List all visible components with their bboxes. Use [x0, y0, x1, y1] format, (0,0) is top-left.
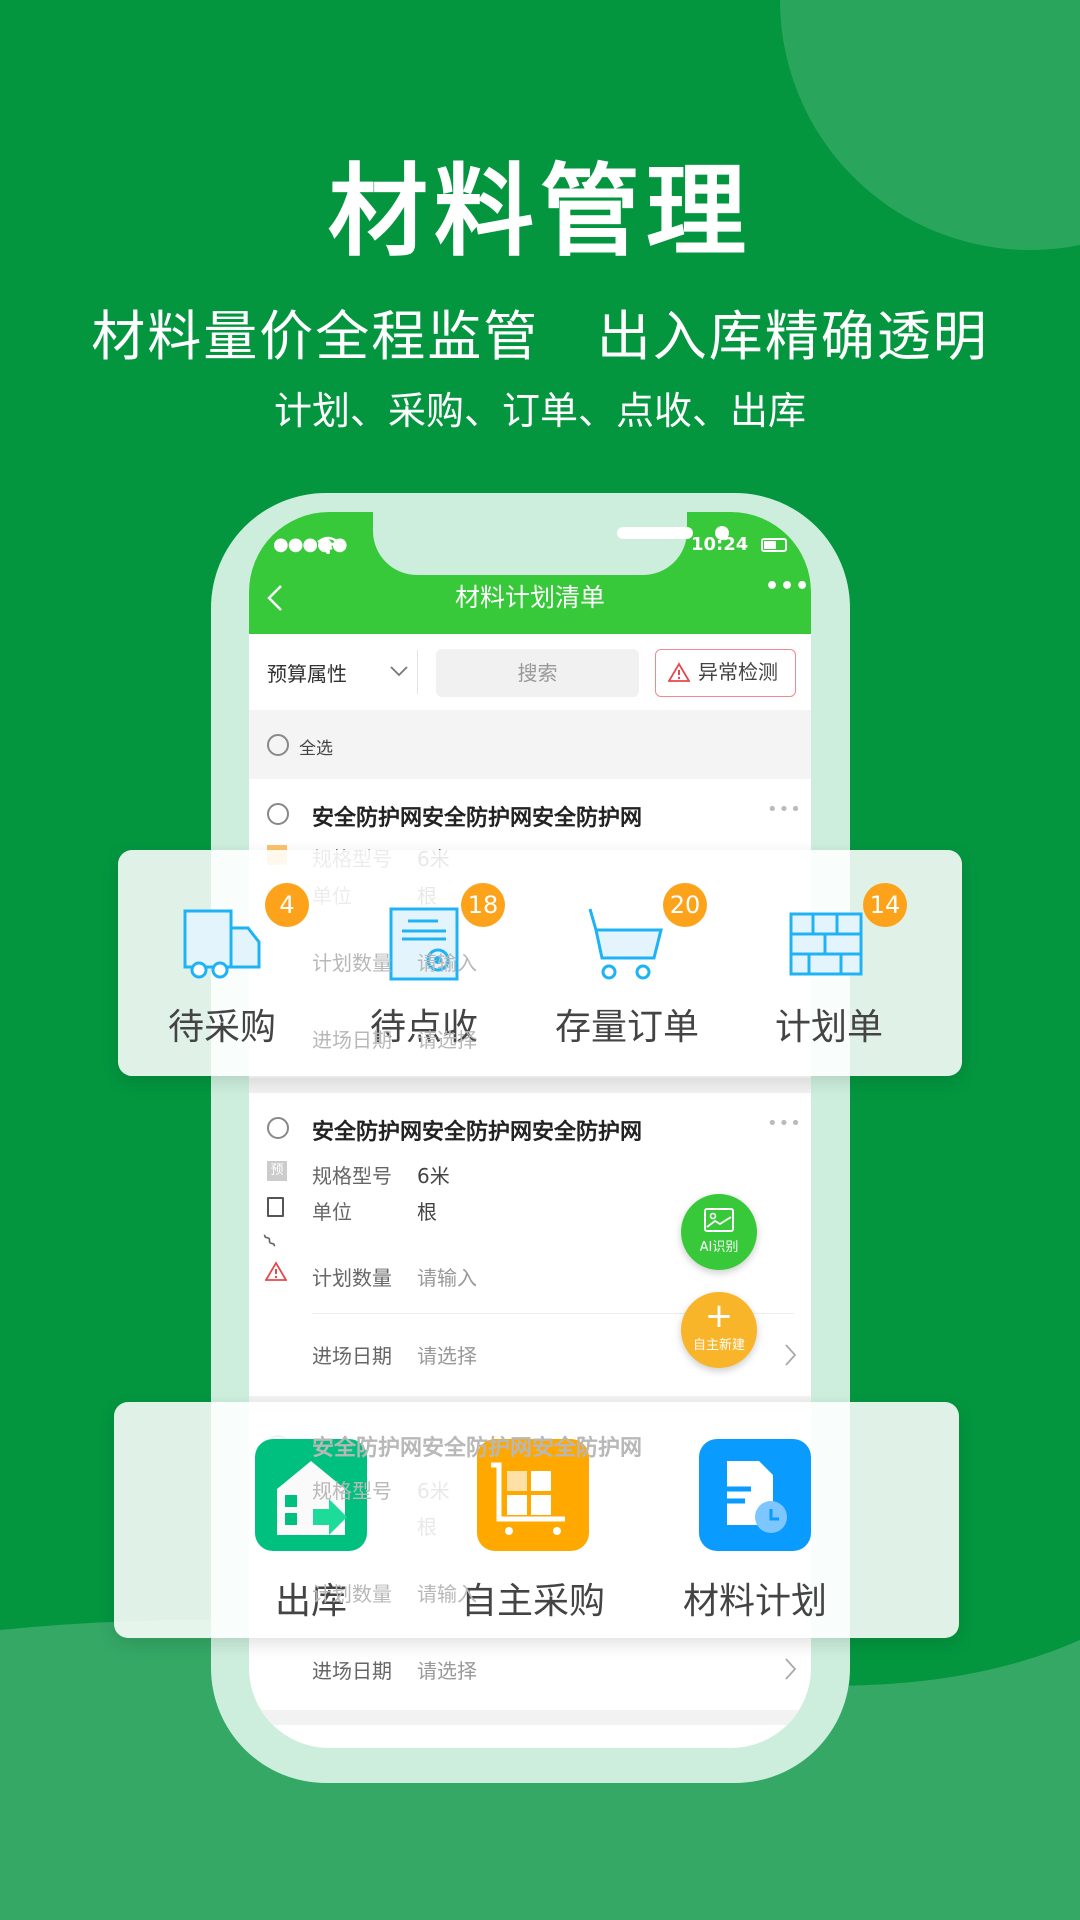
- chevron-right-icon[interactable]: [783, 1657, 797, 1681]
- warning-icon: [265, 1261, 287, 1281]
- date-picker[interactable]: 请选择: [417, 1340, 477, 1369]
- nav-title: 材料计划清单: [454, 583, 605, 612]
- spec-value: 6米: [417, 1164, 450, 1188]
- stat-plans[interactable]: 14 计划单: [729, 850, 929, 1076]
- count-badge: 14: [863, 883, 907, 927]
- brick-wall-icon: [789, 912, 863, 976]
- paperclip-icon[interactable]: ⌇: [258, 1229, 281, 1254]
- wifi-icon: [317, 536, 339, 554]
- qty-label: 计划数量: [312, 1582, 392, 1606]
- unit-label: 单位: [312, 1200, 352, 1224]
- cart-icon: [588, 908, 663, 980]
- truck-icon: [183, 909, 261, 979]
- item-radio[interactable]: [267, 803, 289, 825]
- stat-label: 待采购: [167, 1007, 276, 1048]
- document-clock-icon: [699, 1439, 811, 1551]
- select-all-label: 全选: [299, 739, 333, 759]
- date-picker[interactable]: 请选择: [417, 1655, 477, 1684]
- chevron-down-icon[interactable]: [389, 664, 409, 678]
- warning-icon: [668, 662, 690, 682]
- more-button[interactable]: •••: [765, 574, 810, 599]
- item-title: 安全防护网安全防护网安全防护网: [312, 806, 643, 831]
- date-picker[interactable]: 请选择: [417, 1024, 477, 1053]
- stat-label: 计划单: [774, 1007, 883, 1048]
- qty-input[interactable]: 请输入: [417, 1578, 477, 1607]
- budget-tag-icon: 预: [267, 1161, 287, 1181]
- create-label: 自主新建: [692, 1338, 745, 1353]
- qty-input[interactable]: 请输入: [417, 947, 477, 976]
- qty-label: 计划数量: [312, 951, 392, 975]
- qty-input[interactable]: 请输入: [417, 1262, 477, 1291]
- count-badge: 20: [663, 883, 707, 927]
- count-badge: 4: [265, 883, 309, 927]
- search-input[interactable]: 搜索: [436, 649, 639, 697]
- ai-recognize-label: AI识别: [699, 1240, 739, 1255]
- image-icon: [704, 1208, 734, 1232]
- stat-label: 存量订单: [554, 1007, 699, 1048]
- select-all-radio[interactable]: [267, 734, 289, 756]
- item-more-button[interactable]: •••: [767, 1113, 802, 1134]
- item-title: 安全防护网安全防护网安全防护网: [312, 1436, 643, 1461]
- select-all-row[interactable]: 全选: [249, 710, 811, 779]
- battery-icon: [761, 538, 787, 552]
- anomaly-detect-label: 异常检测: [698, 660, 778, 684]
- spec-label: 规格型号: [312, 1164, 392, 1188]
- create-button[interactable]: + 自主新建: [681, 1292, 757, 1368]
- item-gap: [249, 1710, 811, 1725]
- item-radio[interactable]: [267, 1117, 289, 1139]
- anomaly-detect-button[interactable]: 异常检测: [655, 649, 796, 697]
- spec-label: 规格型号: [312, 1479, 392, 1503]
- item-more-button[interactable]: •••: [767, 799, 802, 820]
- chevron-right-icon[interactable]: [783, 1343, 797, 1367]
- unit-value: 根: [417, 1200, 437, 1224]
- notch: [373, 512, 729, 575]
- stat-pending-purchase[interactable]: 4 待采购: [122, 850, 322, 1076]
- date-label: 进场日期: [312, 1028, 392, 1052]
- count-badge: 18: [461, 883, 505, 927]
- item-title: 安全防护网安全防护网安全防护网: [312, 1120, 643, 1145]
- qty-label: 计划数量: [312, 1266, 392, 1290]
- hero-title: 材料管理: [328, 153, 752, 270]
- shortcut-label: 材料计划: [682, 1581, 827, 1622]
- budget-select[interactable]: 预算属性: [267, 658, 347, 687]
- speaker: [617, 527, 693, 539]
- item-gap: [249, 1078, 811, 1093]
- note-icon: [267, 1197, 284, 1217]
- status-time: 10:24: [691, 534, 749, 555]
- divider: [417, 650, 418, 694]
- date-label: 进场日期: [312, 1659, 392, 1683]
- hero-subtitle: 材料量价全程监管 出入库精确透明: [91, 305, 989, 368]
- hero-tagline: 计划、采购、订单、点收、出库: [273, 389, 806, 433]
- plus-icon: +: [704, 1296, 734, 1336]
- shortcut-material-plan[interactable]: 材料计划: [655, 1422, 855, 1632]
- stat-stock-orders[interactable]: 20 存量订单: [527, 850, 727, 1076]
- filter-bar: 预算属性 搜索 异常检测: [249, 634, 811, 710]
- stats-card: 4 待采购 18 待点收 20 存量订单 14 计划单: [118, 850, 962, 1076]
- ai-recognize-button[interactable]: AI识别: [681, 1194, 757, 1270]
- date-label: 进场日期: [312, 1344, 392, 1368]
